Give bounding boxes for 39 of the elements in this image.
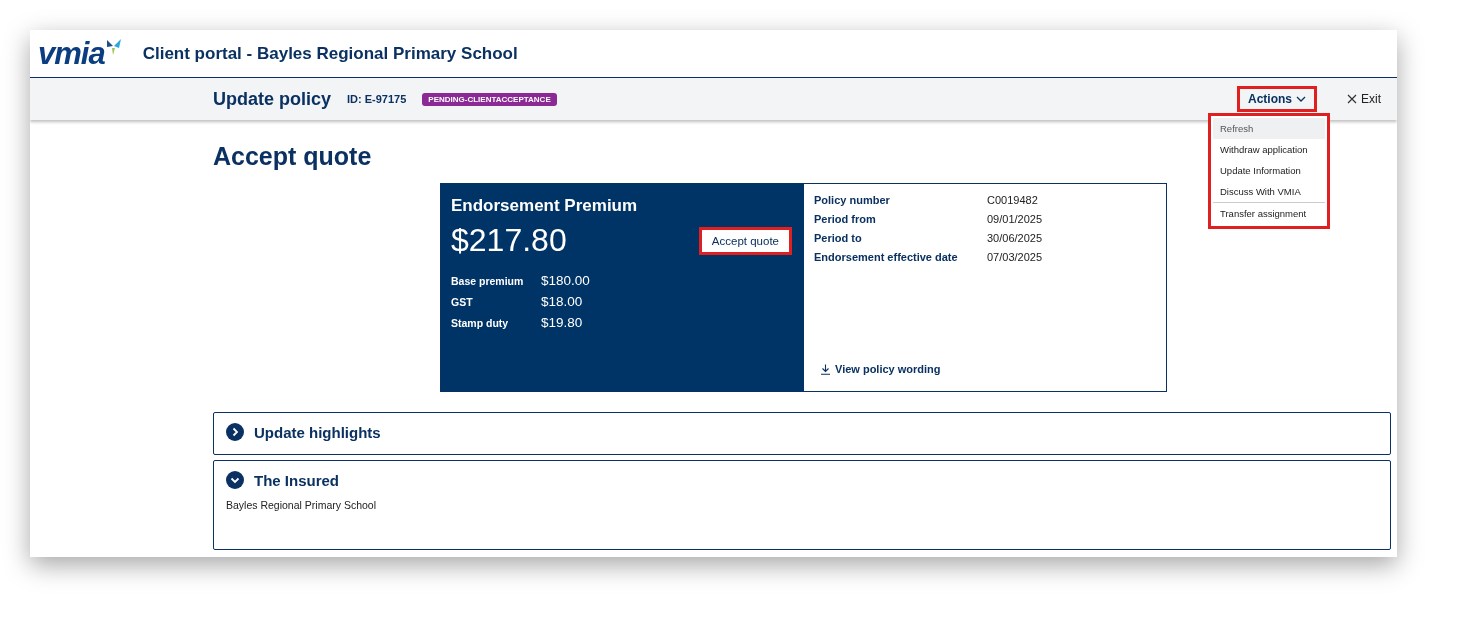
detail-value: 07/03/2025 xyxy=(987,251,1044,263)
detail-value: 09/01/2025 xyxy=(987,213,1044,225)
menu-item[interactable]: Withdraw application xyxy=(1213,139,1325,160)
status-badge: PENDING-CLIENTACCEPTANCE xyxy=(422,92,557,106)
breakdown-value: $180.00 xyxy=(541,273,591,288)
chevron-down-icon xyxy=(226,471,244,489)
chevron-icon xyxy=(1296,96,1306,102)
breakdown-value: $19.80 xyxy=(541,315,584,330)
menu-item[interactable]: Refresh xyxy=(1213,118,1325,139)
chevron-right-icon xyxy=(226,423,244,441)
actions-button[interactable]: Actions xyxy=(1236,86,1317,112)
logo: vmia xyxy=(38,38,123,69)
premium-title: Endorsement Premium xyxy=(451,196,639,216)
accept-quote-button[interactable]: Accept quote xyxy=(698,226,792,255)
page-heading: Update policy xyxy=(213,88,332,110)
menu-item[interactable]: Transfer assignment xyxy=(1213,202,1325,224)
detail-label: Period from xyxy=(814,213,877,225)
menu-item[interactable]: Discuss With VMIA xyxy=(1213,181,1325,202)
view-policy-wording-link[interactable]: View policy wording xyxy=(820,363,941,375)
detail-label: Period to xyxy=(814,232,863,244)
insured-name: Bayles Regional Primary School xyxy=(226,499,377,511)
breakdown-label: Stamp duty xyxy=(451,316,510,329)
detail-label: Policy number xyxy=(814,194,891,206)
detail-value: 30/06/2025 xyxy=(987,232,1044,244)
policy-id: ID: E-97175 xyxy=(347,93,407,105)
breakdown-label: GST xyxy=(451,295,474,308)
section-heading: Accept quote xyxy=(213,142,372,171)
detail-label: Endorsement effective date xyxy=(814,251,959,263)
detail-value: C0019482 xyxy=(987,194,1039,206)
accordion-header[interactable]: The Insured xyxy=(226,471,339,489)
exit-button[interactable]: Exit xyxy=(1341,91,1387,107)
menu-item[interactable]: Update Information xyxy=(1213,160,1325,181)
accordion-header[interactable]: Update highlights xyxy=(226,423,381,441)
download-icon xyxy=(820,363,831,375)
premium-amount: $217.80 xyxy=(451,222,567,259)
close-icon xyxy=(1347,94,1357,104)
breakdown-value: $18.00 xyxy=(541,294,584,309)
portal-title: Client portal - Bayles Regional Primary School xyxy=(142,43,518,64)
breakdown-label: Base premium xyxy=(451,274,525,287)
